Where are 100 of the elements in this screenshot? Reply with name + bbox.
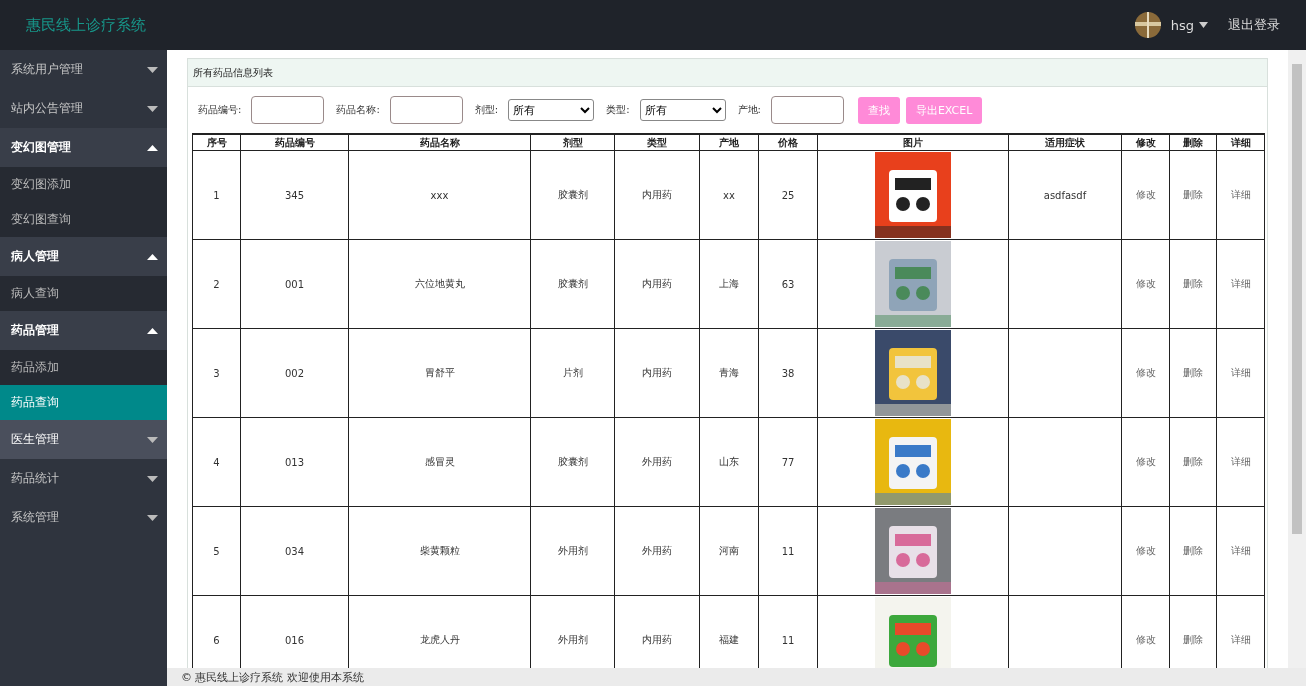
input-field[interactable] — [770, 96, 844, 124]
table-cell: 1 — [192, 150, 241, 240]
row-action-link[interactable]: 修改 — [1135, 634, 1156, 645]
table-cell: 外用药 — [614, 506, 700, 596]
menu-item[interactable]: 变幻图查询 — [0, 202, 167, 237]
menu-group[interactable]: 药品管理 — [0, 311, 167, 350]
table-cell: 013 — [240, 417, 349, 507]
row-action-link[interactable]: 详细 — [1230, 189, 1251, 200]
table-cell: 内用药 — [614, 239, 700, 329]
menu-item[interactable]: 药品添加 — [0, 350, 167, 385]
column-header: 图片 — [817, 134, 1009, 151]
table-cell: xxx — [348, 150, 531, 240]
column-header: 价格 — [758, 134, 818, 151]
table-cell: 345 — [240, 150, 349, 240]
app-title: 惠民线上诊疗系统 — [26, 15, 146, 35]
dropdown[interactable]: 所有 — [508, 99, 595, 121]
row-action-link[interactable]: 详细 — [1230, 367, 1251, 378]
column-header: 药品编号 — [240, 134, 349, 151]
table-cell: 胶囊剂 — [530, 239, 615, 329]
row-action-link[interactable]: 修改 — [1135, 545, 1156, 556]
logout-link[interactable]: 退出登录 — [1228, 16, 1280, 34]
table-cell: 山东 — [699, 417, 759, 507]
table-cell: 内用药 — [614, 150, 700, 240]
table-cell: 胶囊剂 — [530, 417, 615, 507]
table-cell: 38 — [758, 328, 818, 418]
caret-icon — [147, 253, 158, 260]
table-cell: 内用药 — [614, 328, 700, 418]
row-action-link[interactable]: 详细 — [1230, 545, 1251, 556]
caret-icon — [147, 475, 158, 482]
row-action-link[interactable]: 详细 — [1230, 634, 1251, 645]
table-cell: 青海 — [699, 328, 759, 418]
table-cell: 3 — [192, 328, 241, 418]
table-cell: xx — [699, 150, 759, 240]
table-cell: 25 — [758, 150, 818, 240]
menu-group[interactable]: 系统管理 — [0, 498, 167, 537]
row-action-link[interactable]: 修改 — [1135, 189, 1156, 200]
row-action-link[interactable]: 删除 — [1183, 545, 1203, 556]
row-action-link[interactable]: 修改 — [1135, 456, 1156, 467]
table-cell: 感冒灵 — [348, 417, 531, 507]
menu-item[interactable]: 药品查询 — [0, 385, 167, 420]
menu-group[interactable]: 病人管理 — [0, 237, 167, 276]
row-action-link[interactable]: 删除 — [1183, 634, 1203, 645]
table-cell: 胶囊剂 — [530, 150, 615, 240]
table-cell: 77 — [758, 417, 818, 507]
table-cell: 63 — [758, 239, 818, 329]
table-cell: 柴黄颗粒 — [348, 506, 531, 596]
menu-group[interactable]: 医生管理 — [0, 420, 167, 459]
table-cell: 河南 — [699, 506, 759, 596]
table-cell: 六位地黄丸 — [348, 239, 531, 329]
filter-label: 剂型: — [474, 103, 499, 117]
column-header: 适用症状 — [1008, 134, 1122, 151]
input-field[interactable] — [389, 96, 463, 124]
caret-icon — [147, 66, 158, 73]
scrollbar[interactable] — [1288, 50, 1306, 668]
menu-item[interactable]: 病人查询 — [0, 276, 167, 311]
menu-group[interactable]: 系统用户管理 — [0, 50, 167, 89]
caret-icon — [147, 436, 158, 443]
table-cell: 034 — [240, 506, 349, 596]
row-action-link[interactable]: 修改 — [1135, 278, 1156, 289]
input-field[interactable] — [251, 96, 325, 124]
filter-label: 药品编号: — [198, 103, 242, 117]
row-action-link[interactable]: 删除 — [1183, 278, 1203, 289]
row-action-link[interactable]: 详细 — [1230, 456, 1251, 467]
dropdown[interactable]: 所有 — [639, 99, 726, 121]
table-cell: 5 — [192, 506, 241, 596]
row-action-link[interactable]: 删除 — [1183, 189, 1203, 200]
footer-text: © 惠民线上诊疗系统 欢迎使用本系统 — [181, 669, 364, 685]
column-header: 剂型 — [530, 134, 615, 151]
row-action-link[interactable]: 删除 — [1183, 367, 1203, 378]
caret-icon — [1199, 22, 1208, 28]
menu-group[interactable]: 站内公告管理 — [0, 89, 167, 128]
avatar — [1134, 12, 1161, 38]
column-header: 删除 — [1169, 134, 1217, 151]
row-action-link[interactable]: 修改 — [1135, 367, 1156, 378]
table-cell: 2 — [192, 239, 241, 329]
row-action-link[interactable]: 详细 — [1230, 278, 1251, 289]
table-cell: 片剂 — [530, 328, 615, 418]
panel-title: 所有药品信息列表 — [188, 59, 1267, 87]
caret-icon — [147, 514, 158, 521]
table-cell: 外用剂 — [530, 506, 615, 596]
table-cell: 002 — [240, 328, 349, 418]
menu-group[interactable]: 药品统计 — [0, 459, 167, 498]
filter-label: 药品名称: — [336, 103, 380, 117]
column-header: 修改 — [1121, 134, 1170, 151]
user-menu[interactable]: hsg — [1170, 17, 1208, 33]
caret-icon — [147, 327, 158, 334]
column-header: 产地 — [699, 134, 759, 151]
table-cell: 上海 — [699, 239, 759, 329]
table-cell: asdfasdf — [1008, 150, 1122, 240]
row-action-link[interactable]: 删除 — [1183, 456, 1203, 467]
table-cell: 外用药 — [614, 417, 700, 507]
column-header: 详细 — [1216, 134, 1265, 151]
table-cell: 11 — [758, 506, 818, 596]
column-header: 类型 — [614, 134, 700, 151]
filter-label: 产地: — [737, 103, 761, 117]
menu-group[interactable]: 变幻图管理 — [0, 128, 167, 167]
column-header: 药品名称 — [348, 134, 531, 151]
menu-item[interactable]: 变幻图添加 — [0, 167, 167, 202]
table-cell: 001 — [240, 239, 349, 329]
filter-label: 类型: — [606, 103, 630, 117]
